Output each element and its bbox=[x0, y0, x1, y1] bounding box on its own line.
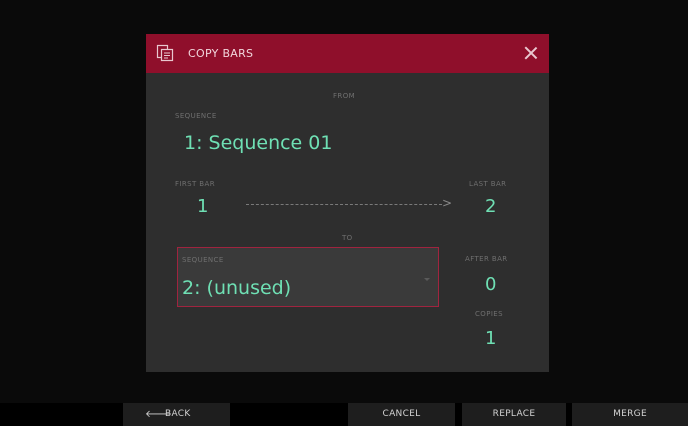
merge-button[interactable]: MERGE bbox=[572, 403, 688, 426]
after-bar-field[interactable]: 0 bbox=[485, 274, 496, 295]
close-icon[interactable] bbox=[521, 43, 541, 63]
cancel-button[interactable]: CANCEL bbox=[348, 403, 455, 426]
copies-field[interactable]: 1 bbox=[485, 328, 496, 349]
first-bar-label: FIRST BAR bbox=[175, 180, 215, 188]
back-button-label: BACK bbox=[165, 409, 191, 419]
source-sequence-field[interactable]: 1: Sequence 01 bbox=[184, 132, 332, 154]
after-bar-label: AFTER BAR bbox=[465, 255, 508, 263]
destination-sequence-field[interactable]: SEQUENCE 2: (unused) bbox=[177, 247, 439, 307]
from-label: FROM bbox=[333, 92, 356, 100]
replace-button[interactable]: REPLACE bbox=[462, 403, 566, 426]
bottom-bar: 🡐 BACK CANCEL REPLACE MERGE bbox=[0, 403, 688, 426]
copies-label: COPIES bbox=[475, 310, 503, 318]
source-sequence-label: SEQUENCE bbox=[175, 112, 217, 120]
destination-sequence-value: 2: (unused) bbox=[182, 277, 292, 299]
first-bar-field[interactable]: 1 bbox=[197, 196, 208, 217]
last-bar-label: LAST BAR bbox=[469, 180, 507, 188]
dialog-header: COPY BARS bbox=[146, 34, 549, 73]
dropdown-arrow-icon bbox=[424, 278, 430, 281]
arrow-right-icon: > bbox=[442, 196, 453, 210]
back-button[interactable]: 🡐 BACK bbox=[123, 403, 230, 426]
last-bar-field[interactable]: 2 bbox=[485, 196, 496, 217]
range-arrow-line bbox=[246, 204, 442, 205]
to-label: TO bbox=[342, 234, 353, 242]
destination-sequence-label: SEQUENCE bbox=[182, 256, 224, 264]
screen: COPY BARS FROM SEQUENCE 1: Sequence 01 F… bbox=[0, 0, 688, 426]
copy-bars-icon bbox=[156, 44, 174, 62]
dialog-title: COPY BARS bbox=[188, 47, 254, 60]
copy-bars-dialog: COPY BARS FROM SEQUENCE 1: Sequence 01 F… bbox=[146, 34, 549, 372]
